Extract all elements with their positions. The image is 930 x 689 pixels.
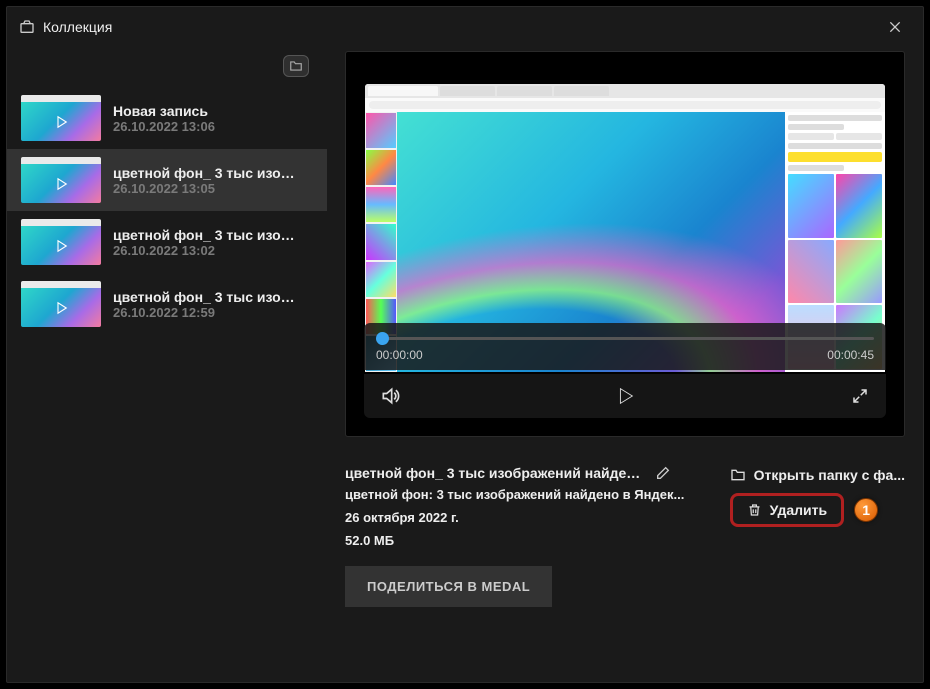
main-panel: 00:00:00 00:00:45 [327,47,923,682]
recording-item-0[interactable]: Новая запись 26.10.2022 13:06 [7,87,327,149]
folder-icon [730,468,746,482]
delete-button[interactable]: Удалить [730,493,844,527]
item-text: цветной фон_ 3 тыс изобр... 26.10.2022 1… [113,227,303,258]
play-icon [52,113,70,131]
details-right: Открыть папку с фа... Удалить 1 [730,465,905,527]
item-date: 26.10.2022 13:02 [113,243,303,258]
content-area: Новая запись 26.10.2022 13:06 цветной фо… [7,47,923,682]
item-text: цветной фон_ 3 тыс изобр... 26.10.2022 1… [113,165,303,196]
item-title: цветной фон_ 3 тыс изобр... [113,165,303,181]
seekbar-container: 00:00:00 00:00:45 [364,323,886,370]
folder-icon [289,60,303,72]
collection-window: Коллекция Новая запись 26.10.2022 13:06 [6,6,924,683]
video-player[interactable]: 00:00:00 00:00:45 [345,51,905,437]
edit-icon[interactable] [655,465,671,481]
volume-button[interactable] [376,382,404,410]
play-icon [614,385,636,407]
current-time: 00:00:00 [376,348,423,362]
play-icon [52,299,70,317]
window-title: Коллекция [43,19,112,35]
delete-wrap: Удалить 1 [730,493,905,527]
volume-icon [380,386,400,406]
recording-thumbnail [21,219,101,265]
seek-handle[interactable] [376,332,389,345]
recording-thumbnail [21,281,101,327]
titlebar: Коллекция [7,7,923,47]
recording-size: 52.0 МБ [345,533,700,548]
recording-date-full: 26 октября 2022 г. [345,510,700,525]
time-display: 00:00:00 00:00:45 [376,348,874,362]
trash-icon [747,502,762,518]
recording-item-1[interactable]: цветной фон_ 3 тыс изобр... 26.10.2022 1… [7,149,327,211]
item-date: 26.10.2022 12:59 [113,305,303,320]
play-icon [52,237,70,255]
recording-thumbnail [21,157,101,203]
folder-button[interactable] [283,55,309,77]
item-date: 26.10.2022 13:06 [113,119,215,134]
control-row [364,374,886,418]
item-text: Новая запись 26.10.2022 13:06 [113,103,215,134]
recording-item-2[interactable]: цветной фон_ 3 тыс изобр... 26.10.2022 1… [7,211,327,273]
collection-icon [19,19,35,35]
close-button[interactable] [879,11,911,43]
open-folder-link[interactable]: Открыть папку с фа... [730,467,905,483]
recording-name: цветной фон_ 3 тыс изображений найдено в… [345,465,645,481]
play-button[interactable] [611,382,639,410]
seek-track[interactable] [376,337,874,340]
delete-label: Удалить [770,502,827,518]
player-controls: 00:00:00 00:00:45 [364,323,886,418]
item-date: 26.10.2022 13:05 [113,181,303,196]
item-text: цветной фон_ 3 тыс изобр... 26.10.2022 1… [113,289,303,320]
item-title: Новая запись [113,103,215,119]
play-icon [52,175,70,193]
recording-description: цветной фон: 3 тыс изображений найдено в… [345,487,700,502]
details-section: цветной фон_ 3 тыс изображений найдено в… [345,465,905,607]
fullscreen-button[interactable] [846,382,874,410]
sidebar: Новая запись 26.10.2022 13:06 цветной фо… [7,47,327,682]
sidebar-toolbar [7,55,327,87]
recording-item-3[interactable]: цветной фон_ 3 тыс изобр... 26.10.2022 1… [7,273,327,335]
callout-badge: 1 [854,498,878,522]
share-medal-button[interactable]: ПОДЕЛИТЬСЯ В MEDAL [345,566,552,607]
expand-icon [851,387,869,405]
close-icon [887,19,903,35]
recording-thumbnail [21,95,101,141]
duration: 00:00:45 [827,348,874,362]
item-title: цветной фон_ 3 тыс изобр... [113,227,303,243]
open-folder-label: Открыть папку с фа... [754,467,905,483]
name-row: цветной фон_ 3 тыс изображений найдено в… [345,465,700,481]
details-left: цветной фон_ 3 тыс изображений найдено в… [345,465,700,607]
item-title: цветной фон_ 3 тыс изобр... [113,289,303,305]
